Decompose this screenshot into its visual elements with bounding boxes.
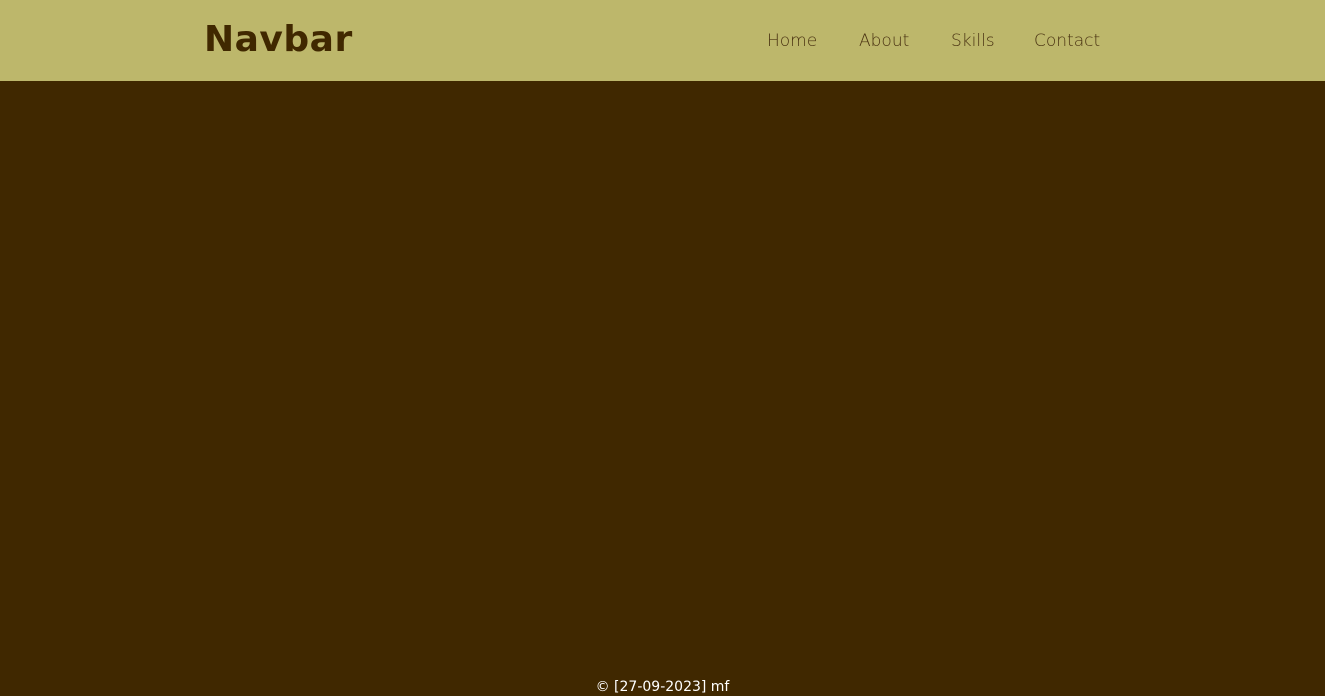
copyright-text: © [27-09-2023] mf [595, 679, 730, 695]
nav-link-home[interactable]: Home [767, 28, 817, 54]
nav-link-about[interactable]: About [859, 28, 909, 54]
navbar: Navbar Home About Skills Contact [0, 0, 1325, 81]
nav-link-skills[interactable]: Skills [951, 28, 995, 54]
nav-link-contact[interactable]: Contact [1034, 28, 1100, 54]
footer: © [27-09-2023] mf [0, 676, 1325, 696]
nav-links: Home About Skills Contact [0, 28, 1325, 54]
main-content [0, 81, 1325, 671]
